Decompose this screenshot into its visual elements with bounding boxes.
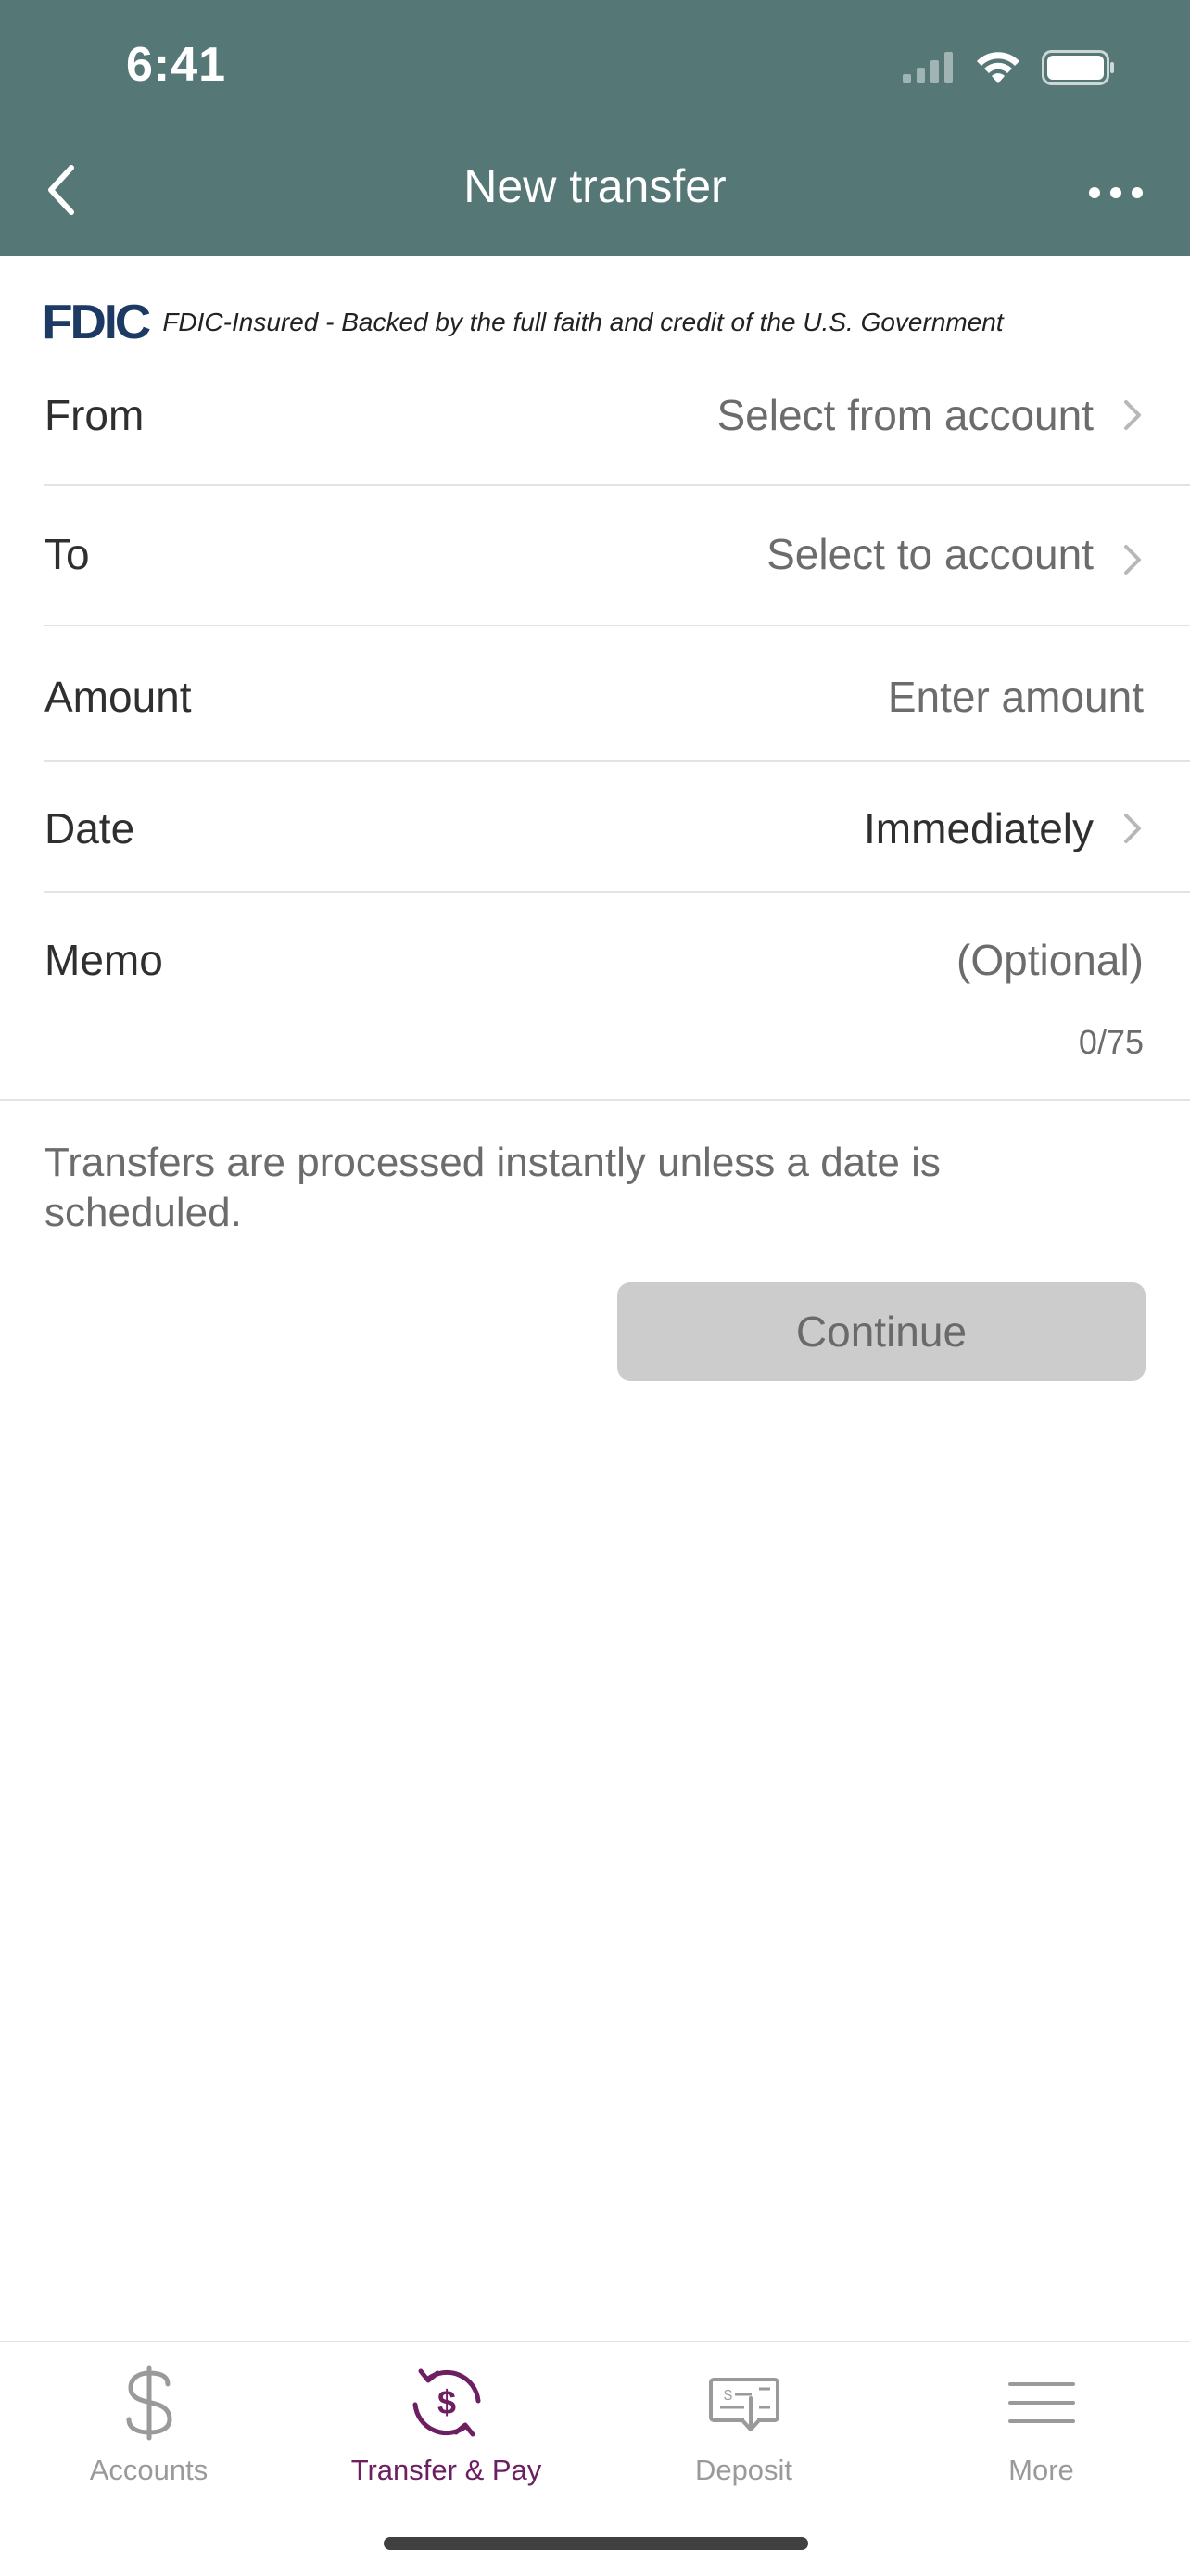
date-select[interactable]: Immediately — [864, 803, 1190, 853]
ellipsis-icon — [1089, 187, 1143, 198]
wifi-icon — [977, 52, 1019, 83]
memo-input[interactable]: (Optional) — [956, 935, 1190, 985]
svg-text:$: $ — [437, 2383, 455, 2421]
tab-label: Transfer & Pay — [350, 2454, 542, 2486]
tab-deposit[interactable]: $ Deposit — [595, 2342, 892, 2509]
date-row[interactable]: Date Immediately — [44, 791, 1190, 865]
memo-label: Memo — [44, 936, 163, 984]
amount-label: Amount — [44, 673, 192, 721]
divider — [0, 1099, 1190, 1101]
memo-row[interactable]: Memo (Optional) — [44, 923, 1190, 997]
chevron-right-icon — [1124, 400, 1141, 430]
tab-label: More — [1008, 2454, 1074, 2486]
date-value: Immediately — [864, 804, 1094, 852]
check-deposit-icon: $ — [693, 2361, 795, 2444]
cellular-signal-icon — [903, 52, 953, 83]
transfer-info-text: Transfers are processed instantly unless… — [44, 1140, 941, 1235]
app-header: 6:41 New transfer — [0, 0, 1190, 256]
fdic-logo: FDIC — [42, 296, 151, 349]
more-options-button[interactable] — [1079, 165, 1153, 221]
status-time: 6:41 — [126, 38, 227, 92]
chevron-right-icon — [1124, 814, 1141, 843]
amount-input[interactable]: Enter amount — [888, 672, 1190, 722]
to-account-value: Select to account — [766, 530, 1094, 578]
status-icons — [903, 46, 1116, 89]
to-account-select[interactable]: Select to account — [766, 529, 1190, 579]
from-account-select[interactable]: Select from account — [716, 390, 1190, 440]
divider — [44, 625, 1190, 626]
home-indicator — [384, 2537, 808, 2550]
to-account-row[interactable]: To Select to account — [44, 517, 1190, 591]
svg-text:$: $ — [724, 2388, 732, 2404]
date-label: Date — [44, 804, 135, 852]
tab-label: Accounts — [89, 2454, 209, 2486]
tab-transfer-pay[interactable]: $ Transfer & Pay — [298, 2342, 595, 2509]
divider — [44, 891, 1190, 893]
divider — [44, 484, 1190, 486]
to-label: To — [44, 530, 90, 578]
dollar-icon — [98, 2361, 200, 2444]
tab-label: Deposit — [694, 2454, 793, 2486]
menu-icon — [991, 2361, 1093, 2444]
memo-character-counter: 0/75 — [1078, 1023, 1144, 1061]
tab-accounts[interactable]: Accounts — [0, 2342, 298, 2509]
page-title: New transfer — [463, 160, 727, 212]
chevron-right-icon — [1124, 545, 1141, 575]
fdic-banner: FDIC FDIC-Insured - Backed by the full f… — [42, 295, 1004, 350]
fdic-disclaimer: FDIC-Insured - Backed by the full faith … — [162, 308, 1004, 336]
divider — [44, 760, 1190, 762]
from-account-value: Select from account — [716, 391, 1094, 439]
battery-icon — [1042, 50, 1114, 85]
from-account-row[interactable]: From Select from account — [44, 378, 1190, 452]
amount-row[interactable]: Amount Enter amount — [44, 660, 1190, 734]
tab-more[interactable]: More — [892, 2342, 1190, 2509]
transfer-dollar-icon: $ — [396, 2361, 498, 2444]
from-label: From — [44, 391, 145, 439]
continue-button[interactable]: Continue — [617, 1282, 1146, 1381]
